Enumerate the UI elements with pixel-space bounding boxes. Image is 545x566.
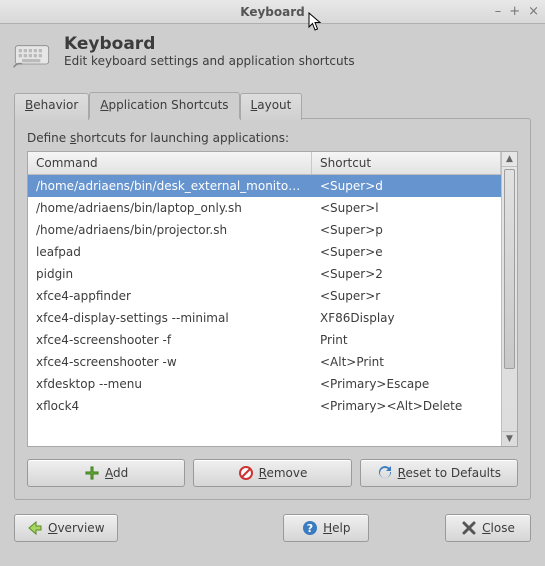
table-row[interactable]: xflock4<Primary><Alt>Delete	[28, 395, 501, 417]
titlebar: Keyboard – + ×	[0, 0, 545, 24]
maximize-icon[interactable]: +	[509, 4, 520, 19]
cell-command: leafpad	[28, 245, 312, 259]
table-row[interactable]: xfce4-display-settings --minimalXF86Disp…	[28, 307, 501, 329]
table-row[interactable]: xfce4-screenshooter -w<Alt>Print	[28, 351, 501, 373]
scroll-up-icon[interactable]: ▲	[502, 152, 517, 167]
table-row[interactable]: /home/adriaens/bin/desk_external_monitor…	[28, 175, 501, 197]
help-button[interactable]: ? Help	[283, 514, 369, 542]
cell-command: xfce4-screenshooter -f	[28, 333, 312, 347]
close-window-icon[interactable]: ×	[528, 4, 539, 19]
forbidden-icon	[238, 465, 254, 481]
back-arrow-icon	[27, 520, 43, 536]
scroll-down-icon[interactable]: ▼	[502, 431, 517, 446]
table-row[interactable]: pidgin<Super>2	[28, 263, 501, 285]
close-icon	[461, 520, 477, 536]
header: Keyboard Edit keyboard settings and appl…	[0, 24, 545, 82]
tab-bar: Behavior Application Shortcuts Layout	[14, 92, 531, 119]
page-title: Keyboard	[64, 34, 355, 54]
keyboard-icon	[12, 34, 52, 74]
overview-button[interactable]: Overview	[14, 514, 118, 542]
tab-application-shortcuts[interactable]: Application Shortcuts	[89, 92, 239, 119]
cell-command: xflock4	[28, 399, 312, 413]
table-row[interactable]: xfdesktop --menu<Primary>Escape	[28, 373, 501, 395]
cell-command: /home/adriaens/bin/projector.sh	[28, 223, 312, 237]
cell-shortcut: <Super>d	[312, 179, 501, 193]
tab-layout[interactable]: Layout	[240, 93, 303, 120]
remove-button[interactable]: Remove	[193, 459, 351, 487]
page-subtitle: Edit keyboard settings and application s…	[64, 54, 355, 68]
window-title: Keyboard	[240, 5, 305, 19]
plus-icon	[84, 465, 100, 481]
scrollbar-thumb[interactable]	[504, 169, 515, 369]
table-row[interactable]: /home/adriaens/bin/laptop_only.sh<Super>…	[28, 197, 501, 219]
table-row[interactable]: xfce4-appfinder<Super>r	[28, 285, 501, 307]
cell-shortcut: <Super>r	[312, 289, 501, 303]
table-row[interactable]: leafpad<Super>e	[28, 241, 501, 263]
help-icon: ?	[302, 520, 318, 536]
cell-command: xfce4-display-settings --minimal	[28, 311, 312, 325]
cell-command: xfce4-appfinder	[28, 289, 312, 303]
instruction-label: Define shortcuts for launching applicati…	[27, 131, 518, 145]
cell-shortcut: <Alt>Print	[312, 355, 501, 369]
table-row[interactable]: xfce4-screenshooter -fPrint	[28, 329, 501, 351]
cell-shortcut: <Super>l	[312, 201, 501, 215]
scrollbar[interactable]: ▲ ▼	[501, 152, 517, 446]
svg-text:?: ?	[307, 522, 313, 535]
cell-shortcut: XF86Display	[312, 311, 501, 325]
shortcuts-table: Command Shortcut /home/adriaens/bin/desk…	[27, 151, 518, 447]
cell-shortcut: <Super>2	[312, 267, 501, 281]
refresh-icon	[377, 465, 393, 481]
minimize-icon[interactable]: –	[495, 4, 502, 19]
tab-panel: Define shortcuts for launching applicati…	[14, 118, 531, 500]
cell-shortcut: <Primary>Escape	[312, 377, 501, 391]
column-shortcut[interactable]: Shortcut	[312, 152, 501, 174]
cell-shortcut: <Primary><Alt>Delete	[312, 399, 501, 413]
cell-command: /home/adriaens/bin/laptop_only.sh	[28, 201, 312, 215]
cell-shortcut: Print	[312, 333, 501, 347]
cell-shortcut: <Super>p	[312, 223, 501, 237]
table-row[interactable]: /home/adriaens/bin/projector.sh<Super>p	[28, 219, 501, 241]
tab-behavior[interactable]: Behavior	[14, 93, 89, 120]
cell-command: xfce4-screenshooter -w	[28, 355, 312, 369]
cell-command: /home/adriaens/bin/desk_external_monitor…	[28, 179, 312, 193]
add-button[interactable]: Add	[27, 459, 185, 487]
cell-shortcut: <Super>e	[312, 245, 501, 259]
close-button[interactable]: Close	[445, 514, 531, 542]
reset-defaults-button[interactable]: Reset to Defaults	[360, 459, 518, 487]
cell-command: xfdesktop --menu	[28, 377, 312, 391]
cell-command: pidgin	[28, 267, 312, 281]
column-command[interactable]: Command	[28, 152, 312, 174]
